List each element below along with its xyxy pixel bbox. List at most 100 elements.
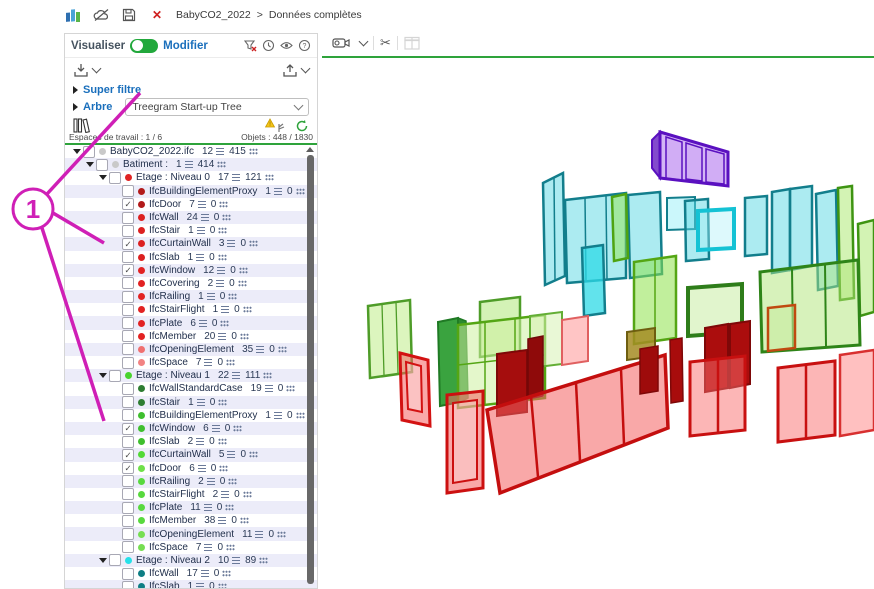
export-icon[interactable] xyxy=(282,63,298,78)
grid-icon[interactable] xyxy=(220,320,229,327)
tree-checkbox[interactable] xyxy=(122,185,134,197)
grid-icon[interactable] xyxy=(222,570,231,577)
tree-row[interactable]: IfcWallStandardCase190 xyxy=(65,382,317,395)
list-icon[interactable] xyxy=(204,359,212,366)
list-icon[interactable] xyxy=(204,504,212,511)
list-icon[interactable] xyxy=(197,399,205,406)
tree-checkbox[interactable] xyxy=(122,212,134,224)
tree-row[interactable]: IfcStairFlight10 xyxy=(65,303,317,316)
tree-checkbox[interactable] xyxy=(122,357,134,369)
list-icon[interactable] xyxy=(265,385,273,392)
list-icon[interactable] xyxy=(274,412,282,419)
list-icon[interactable] xyxy=(196,583,204,588)
tree-checkbox[interactable] xyxy=(122,251,134,263)
tree-checkbox[interactable] xyxy=(109,172,121,184)
tree-row[interactable]: Batiment :1414 xyxy=(65,158,317,171)
tree-row[interactable]: IfcMember380 xyxy=(65,514,317,527)
tree-row[interactable]: ✓IfcCurtainWall50 xyxy=(65,448,317,461)
tree-checkbox[interactable]: ✓ xyxy=(122,462,134,474)
tree-row[interactable]: IfcPlate60 xyxy=(65,316,317,329)
list-icon[interactable] xyxy=(255,531,263,538)
grid-icon[interactable] xyxy=(222,214,231,221)
grid-icon[interactable] xyxy=(226,544,235,551)
tree-checkbox[interactable] xyxy=(122,409,134,421)
3d-model-canvas[interactable] xyxy=(322,58,874,589)
list-icon[interactable] xyxy=(218,333,226,340)
grid-icon[interactable] xyxy=(219,201,228,208)
import-chevron-down-icon[interactable] xyxy=(92,64,102,74)
tree-checkbox[interactable] xyxy=(122,528,134,540)
tree-row[interactable]: IfcBuildingElementProxy10 xyxy=(65,409,317,422)
grid-icon[interactable] xyxy=(228,478,237,485)
tree-row[interactable]: IfcMember200 xyxy=(65,330,317,343)
mode-visualiser-label[interactable]: Visualiser xyxy=(71,40,125,52)
grid-icon[interactable] xyxy=(228,293,237,300)
tree-row[interactable]: Etage : Niveau 21089 xyxy=(65,554,317,567)
tree-checkbox[interactable] xyxy=(122,317,134,329)
tree-scrollbar[interactable] xyxy=(306,145,315,588)
tree-row[interactable]: IfcSlab10 xyxy=(65,251,317,264)
tree-row[interactable]: ✓IfcWindow60 xyxy=(65,422,317,435)
list-icon[interactable] xyxy=(232,174,240,181)
grid-icon[interactable] xyxy=(240,517,249,524)
grid-icon[interactable] xyxy=(296,412,305,419)
grid-icon[interactable] xyxy=(243,491,252,498)
tree-row[interactable]: IfcStair10 xyxy=(65,396,317,409)
grid-icon[interactable] xyxy=(217,161,226,168)
tree-row[interactable]: IfcRailing10 xyxy=(65,290,317,303)
grid-icon[interactable] xyxy=(278,346,287,353)
tree-row[interactable]: IfcRailing20 xyxy=(65,475,317,488)
grid-icon[interactable] xyxy=(225,504,234,511)
list-icon[interactable] xyxy=(197,227,205,234)
tree-checkbox[interactable] xyxy=(109,554,121,566)
grid-icon[interactable] xyxy=(226,359,235,366)
tree-collapse-caret-icon[interactable] xyxy=(71,149,83,154)
tree-checkbox[interactable]: ✓ xyxy=(122,423,134,435)
tree-checkbox[interactable] xyxy=(122,383,134,395)
grid-icon[interactable] xyxy=(218,583,227,588)
tree-row[interactable]: IfcStairFlight20 xyxy=(65,488,317,501)
tree-checkbox[interactable] xyxy=(122,488,134,500)
tree-checkbox[interactable]: ✓ xyxy=(122,198,134,210)
export-chevron-down-icon[interactable] xyxy=(301,64,311,74)
tree-checkbox[interactable] xyxy=(122,291,134,303)
list-icon[interactable] xyxy=(216,280,224,287)
tree-collapse-caret-icon[interactable] xyxy=(97,175,109,180)
list-icon[interactable] xyxy=(185,161,193,168)
tree-checkbox[interactable] xyxy=(122,225,134,237)
super-filter-section[interactable]: Super filtre xyxy=(65,82,317,97)
tree-row[interactable]: IfcSpace70 xyxy=(65,356,317,369)
tree-row[interactable]: IfcSpace70 xyxy=(65,541,317,554)
grid-icon[interactable] xyxy=(249,240,258,247)
3d-model-scene[interactable] xyxy=(330,58,874,589)
list-icon[interactable] xyxy=(221,306,229,313)
tree-checkbox[interactable] xyxy=(122,277,134,289)
tree-row[interactable]: IfcWall170 xyxy=(65,567,317,580)
grid-icon[interactable] xyxy=(239,267,248,274)
app-logo-building-icon[interactable] xyxy=(64,6,82,24)
tree-checkbox[interactable]: ✓ xyxy=(122,264,134,276)
tree-checkbox[interactable] xyxy=(122,581,134,588)
grid-icon[interactable] xyxy=(238,280,247,287)
list-icon[interactable] xyxy=(204,544,212,551)
tree-checkbox[interactable] xyxy=(122,330,134,342)
tree-row[interactable]: ✓IfcDoor60 xyxy=(65,462,317,475)
library-icon[interactable] xyxy=(73,118,91,133)
tree-checkbox[interactable] xyxy=(122,396,134,408)
help-icon[interactable]: ? xyxy=(298,39,311,52)
tree-checkbox[interactable]: ✓ xyxy=(122,238,134,250)
grid-icon[interactable] xyxy=(233,425,242,432)
tree-collapse-caret-icon[interactable] xyxy=(97,373,109,378)
list-icon[interactable] xyxy=(232,557,240,564)
list-icon[interactable] xyxy=(196,254,204,261)
grid-icon[interactable] xyxy=(219,465,228,472)
list-icon[interactable] xyxy=(232,372,240,379)
grid-icon[interactable] xyxy=(218,254,227,261)
tree-checkbox[interactable]: ✓ xyxy=(122,449,134,461)
list-icon[interactable] xyxy=(217,267,225,274)
list-icon[interactable] xyxy=(212,425,220,432)
tree-row[interactable]: IfcSlab10 xyxy=(65,580,317,588)
camera-view-icon[interactable] xyxy=(332,36,350,50)
tree-row[interactable]: IfcPlate110 xyxy=(65,501,317,514)
tree-row[interactable]: IfcOpeningElement110 xyxy=(65,527,317,540)
